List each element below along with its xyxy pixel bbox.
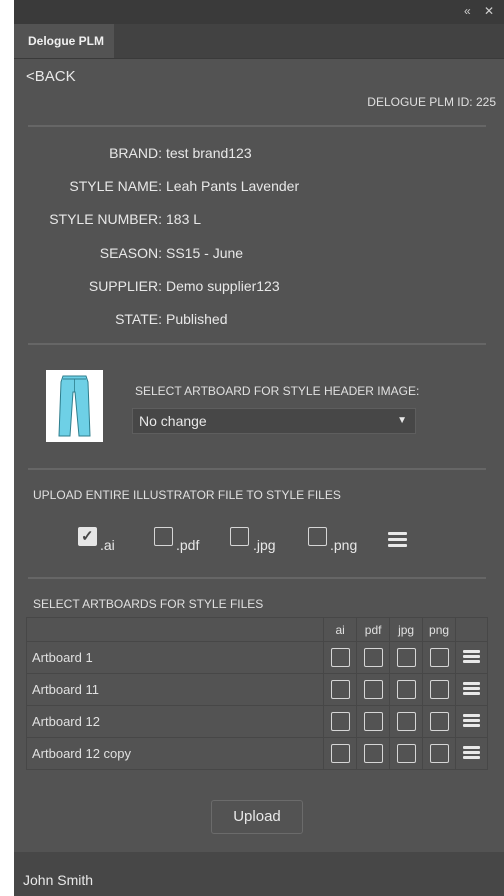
artboard-pdf-checkbox[interactable]	[363, 680, 383, 699]
artboards-table: ai pdf jpg png Artboard 1 Artboard 11 Ar…	[25, 617, 488, 770]
brand-value: test brand123	[166, 145, 252, 161]
artboard-png-checkbox[interactable]	[429, 744, 449, 763]
row-menu-icon[interactable]	[463, 714, 480, 729]
format-png-label: .png	[330, 537, 358, 553]
divider	[28, 468, 486, 470]
upload-button[interactable]: Upload	[211, 800, 303, 834]
style-name-label: STYLE NAME:	[69, 178, 162, 194]
season-row: SEASON: SS15 - June	[14, 245, 504, 265]
artboard-pdf-checkbox[interactable]	[363, 712, 383, 731]
table-header-pdf: pdf	[356, 617, 391, 642]
table-header-png: png	[422, 617, 457, 642]
season-value: SS15 - June	[166, 245, 244, 261]
artboards-label: SELECT ARTBOARDS FOR STYLE FILES	[33, 597, 264, 611]
season-label: SEASON:	[99, 245, 162, 261]
footer-bar: John Smith	[14, 852, 504, 896]
row-menu-icon[interactable]	[463, 746, 480, 761]
format-pdf-checkbox[interactable]	[154, 527, 173, 546]
artboard-jpg-checkbox[interactable]	[396, 744, 416, 763]
artboard-jpg-checkbox[interactable]	[396, 680, 416, 699]
artboard-name: Artboard 1	[25, 641, 325, 674]
dropdown-caret-icon: ▼	[397, 415, 407, 426]
plm-panel: « ✕ Delogue PLM <BACK DELOGUE PLM ID: 22…	[14, 0, 504, 896]
panel-title-bar: « ✕	[14, 0, 504, 24]
format-jpg-checkbox[interactable]	[230, 527, 249, 546]
state-label: STATE:	[115, 311, 162, 327]
checkmark-icon: ✓	[81, 528, 94, 545]
style-number-value: 183 L	[166, 211, 202, 227]
format-menu-icon[interactable]	[388, 532, 407, 550]
back-link[interactable]: <BACK	[26, 68, 76, 85]
supplier-row: SUPPLIER: Demo supplier123	[14, 278, 504, 298]
artboard-jpg-checkbox[interactable]	[396, 648, 416, 667]
artboard-ai-checkbox[interactable]	[330, 744, 350, 763]
artboard-ai-checkbox[interactable]	[330, 712, 350, 731]
divider	[28, 343, 486, 345]
table-header-name	[25, 617, 325, 642]
brand-row: BRAND: test brand123	[14, 145, 504, 165]
table-header-row: ai pdf jpg png	[25, 617, 488, 642]
table-header-menu	[455, 617, 488, 642]
artboard-jpg-checkbox[interactable]	[396, 712, 416, 731]
style-number-row: STYLE NUMBER: 183 L	[14, 211, 504, 231]
table-header-ai: ai	[323, 617, 358, 642]
format-jpg-label: .jpg	[253, 537, 276, 553]
format-ai-label: .ai	[100, 537, 115, 553]
table-row: Artboard 12 copy	[25, 737, 488, 770]
artboard-pdf-checkbox[interactable]	[363, 648, 383, 667]
close-panel-icon[interactable]: ✕	[484, 4, 494, 18]
artboard-ai-checkbox[interactable]	[330, 680, 350, 699]
collapse-panel-icon[interactable]: «	[464, 4, 471, 18]
header-image-label: SELECT ARTBOARD FOR STYLE HEADER IMAGE:	[135, 384, 420, 398]
format-ai-checkbox[interactable]: ✓	[78, 527, 97, 546]
header-image-select[interactable]: No change ▼	[132, 408, 416, 434]
style-thumbnail	[46, 370, 103, 442]
row-menu-icon[interactable]	[463, 682, 480, 697]
artboard-pdf-checkbox[interactable]	[363, 744, 383, 763]
table-header-jpg: jpg	[389, 617, 424, 642]
artboard-png-checkbox[interactable]	[429, 648, 449, 667]
table-row: Artboard 1	[25, 641, 488, 674]
style-name-row: STYLE NAME: Leah Pants Lavender	[14, 178, 504, 198]
row-menu-icon[interactable]	[463, 650, 480, 665]
plm-id-label: DELOGUE PLM ID: 225	[367, 95, 496, 109]
artboard-ai-checkbox[interactable]	[330, 648, 350, 667]
tab-delogue-plm[interactable]: Delogue PLM	[14, 24, 114, 58]
tab-bar: Delogue PLM	[14, 24, 504, 59]
artboard-png-checkbox[interactable]	[429, 680, 449, 699]
brand-label: BRAND:	[109, 145, 162, 161]
artboard-name: Artboard 11	[25, 673, 325, 706]
header-image-selected: No change	[139, 413, 207, 429]
style-name-value: Leah Pants Lavender	[166, 178, 300, 194]
style-number-label: STYLE NUMBER:	[49, 211, 162, 227]
upload-file-label: UPLOAD ENTIRE ILLUSTRATOR FILE TO STYLE …	[33, 488, 341, 502]
format-pdf-label: .pdf	[176, 537, 200, 553]
artboard-name: Artboard 12 copy	[25, 737, 325, 770]
user-name: John Smith	[23, 872, 94, 888]
artboard-name: Artboard 12	[25, 705, 325, 738]
divider	[28, 125, 486, 127]
divider	[28, 577, 486, 579]
table-row: Artboard 11	[25, 673, 488, 706]
pants-image	[58, 375, 91, 437]
format-png-checkbox[interactable]	[308, 527, 327, 546]
supplier-label: SUPPLIER:	[88, 278, 162, 294]
state-value: Published	[166, 311, 228, 327]
supplier-value: Demo supplier123	[166, 278, 280, 294]
state-row: STATE: Published	[14, 311, 504, 331]
table-row: Artboard 12	[25, 705, 488, 738]
artboard-png-checkbox[interactable]	[429, 712, 449, 731]
